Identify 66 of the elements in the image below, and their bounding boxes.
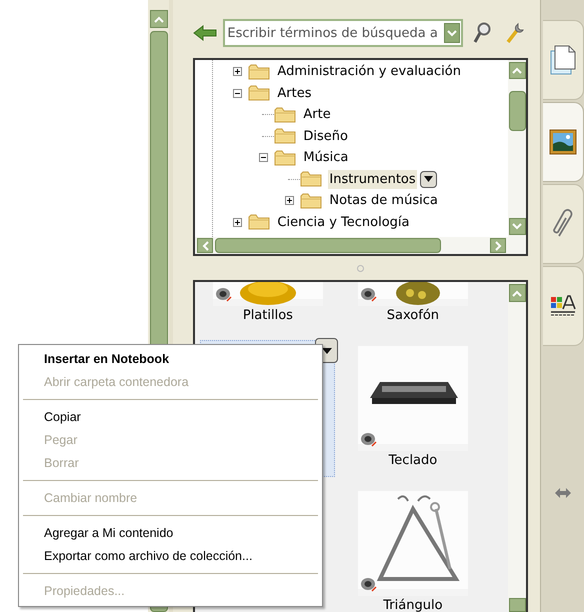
tree-item[interactable]: Ciencia y Tecnología — [276, 212, 410, 232]
resize-arrows-icon[interactable] — [554, 488, 571, 498]
item-label: Platillos — [242, 307, 293, 325]
folder-icon — [274, 128, 296, 144]
menu-item[interactable]: Agregar a Mi contenido — [19, 522, 322, 545]
search-icon[interactable] — [473, 22, 492, 44]
expand-icon[interactable] — [285, 196, 294, 206]
chevron-down-icon — [512, 223, 522, 230]
side-tab[interactable] — [543, 20, 584, 100]
triangle-down-icon — [447, 30, 458, 36]
speaker-icon — [360, 577, 378, 593]
chevron-up-icon — [512, 290, 522, 296]
chevron-up-icon — [154, 16, 164, 22]
folder-icon — [274, 106, 296, 123]
collapse-icon[interactable] — [259, 153, 268, 162]
item-label: Teclado — [388, 452, 438, 470]
splitter-handle[interactable] — [357, 264, 364, 272]
landscape-picture-icon — [549, 129, 578, 155]
scroll-up-button[interactable] — [508, 284, 526, 302]
menu-item[interactable]: Copiar — [19, 406, 322, 429]
side-tab[interactable] — [543, 266, 584, 346]
collapse-icon[interactable] — [233, 88, 242, 98]
tree-item[interactable]: Arte — [302, 105, 332, 124]
speaker-icon — [214, 287, 233, 303]
folder-icon — [300, 192, 322, 209]
triangle-down-icon — [322, 348, 332, 354]
folder-icon — [300, 171, 322, 188]
triangle-down-icon — [424, 176, 433, 182]
chevron-right-icon — [494, 240, 502, 250]
gallery-item[interactable]: Saxofón — [345, 282, 480, 332]
tree-item[interactable]: Diseño — [302, 126, 349, 146]
search-field[interactable]: Escribir términos de búsqueda a — [223, 19, 464, 47]
scroll-thumb[interactable] — [215, 238, 442, 253]
scroll-up-button[interactable] — [150, 10, 168, 28]
back-arrow-icon[interactable] — [193, 25, 218, 41]
properties-icon — [550, 295, 576, 317]
scroll-thumb[interactable] — [508, 598, 526, 612]
item-label: Triángulo — [383, 597, 443, 612]
folder-icon — [274, 150, 296, 166]
gallery-item[interactable]: Platillos — [200, 282, 336, 332]
speaker-icon — [360, 432, 378, 448]
scroll-right-button[interactable] — [490, 238, 506, 253]
menu-item[interactable]: Insertar en Notebook — [19, 348, 322, 371]
expand-icon[interactable] — [233, 67, 242, 76]
chevron-up-icon — [512, 67, 522, 74]
menu-item[interactable]: Exportar como archivo de colección... — [19, 545, 322, 568]
tree-item[interactable]: Notas de música — [328, 191, 439, 210]
tree-item[interactable]: Instrumentos — [328, 170, 417, 189]
tree-item[interactable]: Administración y evaluación — [276, 62, 462, 82]
folder-icon — [248, 214, 270, 230]
scroll-up-button[interactable] — [508, 62, 526, 79]
side-tab[interactable] — [543, 102, 584, 182]
tree-item[interactable]: Artes — [276, 84, 313, 103]
dropdown-button[interactable] — [420, 170, 437, 188]
expand-icon[interactable] — [233, 218, 242, 227]
scroll-down-button[interactable] — [508, 218, 526, 235]
tree-item[interactable]: Música — [302, 148, 350, 168]
pages-icon — [549, 45, 578, 75]
scroll-left-button[interactable] — [197, 238, 214, 253]
scroll-thumb[interactable] — [508, 91, 526, 131]
speaker-icon — [360, 287, 378, 303]
folder-icon — [248, 64, 270, 80]
item-label: Saxofón — [386, 307, 440, 325]
chevron-left-icon — [202, 240, 209, 250]
wrench-icon[interactable] — [505, 22, 526, 44]
folder-icon — [248, 85, 270, 102]
